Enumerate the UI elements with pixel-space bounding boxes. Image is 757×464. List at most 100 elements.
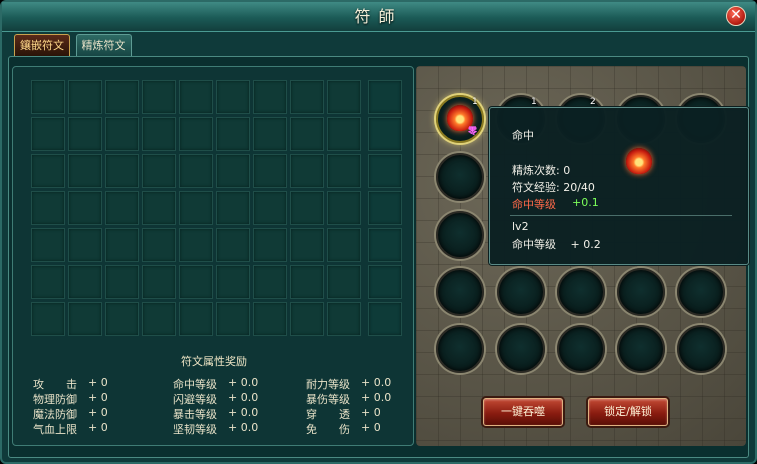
rune-inventory-cell[interactable] <box>327 191 361 225</box>
rune-inventory-cell[interactable] <box>179 80 213 114</box>
rune-inventory-cell[interactable] <box>216 302 250 336</box>
stat-row: 物理防御 + 0 <box>33 391 108 407</box>
rune-inventory-cell[interactable] <box>68 302 102 336</box>
stat-row: 气血上限 + 0 <box>33 421 108 437</box>
rune-inventory-cell[interactable] <box>216 80 250 114</box>
rune-inventory-cell[interactable] <box>368 191 402 225</box>
rune-inventory-cell[interactable] <box>142 191 176 225</box>
rune-slot[interactable] <box>497 268 545 316</box>
lock-unlock-button[interactable]: 锁定/解锁 <box>588 398 668 426</box>
rune-slot[interactable] <box>497 325 545 373</box>
rune-inventory-cell[interactable] <box>327 302 361 336</box>
rune-slot[interactable] <box>557 268 605 316</box>
stat-value: + 0.0 <box>228 391 259 404</box>
devour-all-button[interactable]: 一键吞噬 <box>483 398 563 426</box>
rune-inventory-cell[interactable] <box>142 80 176 114</box>
rune-slot[interactable] <box>617 268 665 316</box>
rune-inventory-cell[interactable] <box>290 228 324 262</box>
rune-inventory-cell[interactable] <box>142 228 176 262</box>
rune-inventory-cell[interactable] <box>31 228 65 262</box>
rune-inventory-cell[interactable] <box>179 191 213 225</box>
rune-inventory-cell[interactable] <box>327 154 361 188</box>
rune-slot[interactable] <box>436 153 484 201</box>
rune-inventory-cell[interactable] <box>253 191 287 225</box>
rune-inventory-cell[interactable] <box>253 80 287 114</box>
rune-inventory-cell[interactable] <box>142 154 176 188</box>
stat-value: + 0 <box>88 376 108 389</box>
tab-refine-rune[interactable]: 精炼符文 <box>75 34 132 56</box>
rune-inventory-cell[interactable] <box>327 228 361 262</box>
rune-inventory-cell[interactable] <box>105 117 139 151</box>
rune-inventory-cell[interactable] <box>142 265 176 299</box>
rune-inventory-cell[interactable] <box>179 265 213 299</box>
rune-inventory-cell[interactable] <box>68 191 102 225</box>
rune-inventory-cell[interactable] <box>179 228 213 262</box>
rune-inventory-cell[interactable] <box>253 117 287 151</box>
rune-inventory-cell[interactable] <box>31 191 65 225</box>
rune-inventory-cell[interactable] <box>290 302 324 336</box>
stat-value: + 0 <box>361 406 381 419</box>
rune-slot[interactable] <box>677 268 725 316</box>
window-title: 符師 <box>354 7 403 26</box>
rune-inventory-cell[interactable] <box>105 191 139 225</box>
rune-inventory-cell[interactable] <box>31 265 65 299</box>
rune-inventory-cell[interactable] <box>327 80 361 114</box>
rune-inventory-cell[interactable] <box>68 80 102 114</box>
stat-row: 魔法防御 + 0 <box>33 406 108 422</box>
rune-inventory-cell[interactable] <box>216 265 250 299</box>
rune-inventory-cell[interactable] <box>142 302 176 336</box>
close-icon[interactable]: ✕ <box>726 6 746 26</box>
rune-inventory-cell[interactable] <box>105 302 139 336</box>
rune-inventory-cell[interactable] <box>368 154 402 188</box>
rune-slot[interactable] <box>557 325 605 373</box>
rune-inventory-cell[interactable] <box>253 228 287 262</box>
rune-inventory-cell[interactable] <box>368 80 402 114</box>
rune-inventory-cell[interactable] <box>105 228 139 262</box>
rune-inventory-cell[interactable] <box>327 265 361 299</box>
rune-inventory-cell[interactable] <box>253 265 287 299</box>
rune-inventory-cell[interactable] <box>368 302 402 336</box>
rune-slot[interactable] <box>677 325 725 373</box>
rune-inventory-cell[interactable] <box>31 117 65 151</box>
rune-inventory-cell[interactable] <box>327 117 361 151</box>
rune-slot[interactable] <box>436 211 484 259</box>
rune-slot[interactable] <box>436 325 484 373</box>
stat-value: + 0.0 <box>228 406 259 419</box>
rune-inventory-cell[interactable] <box>368 265 402 299</box>
rune-mark: 零 <box>468 127 478 137</box>
rune-inventory-cell[interactable] <box>68 265 102 299</box>
rune-inventory-cell[interactable] <box>216 154 250 188</box>
rune-inventory-cell[interactable] <box>105 154 139 188</box>
rune-inventory-cell[interactable] <box>290 265 324 299</box>
rune-inventory-cell[interactable] <box>253 302 287 336</box>
rune-inventory-cell[interactable] <box>368 117 402 151</box>
rune-inventory-cell[interactable] <box>253 154 287 188</box>
rune-inventory-cell[interactable] <box>216 191 250 225</box>
rune-inventory-cell[interactable] <box>31 302 65 336</box>
rune-inventory-cell[interactable] <box>216 117 250 151</box>
rune-inventory-cell[interactable] <box>290 80 324 114</box>
rune-inventory-cell[interactable] <box>368 228 402 262</box>
rune-inventory-cell[interactable] <box>216 228 250 262</box>
rune-inventory-cell[interactable] <box>105 265 139 299</box>
rune-inventory-cell[interactable] <box>179 302 213 336</box>
tab-inlay-rune[interactable]: 鑲嵌符文 <box>14 34 70 56</box>
rune-inventory-cell[interactable] <box>290 117 324 151</box>
stat-label: 物理防御 <box>33 393 77 406</box>
rune-inventory-cell[interactable] <box>290 191 324 225</box>
stat-row: 暴击等级 + 0.0 <box>173 406 258 422</box>
hit-rune-icon <box>626 148 652 174</box>
rune-inventory-cell[interactable] <box>179 117 213 151</box>
rune-inventory-cell[interactable] <box>68 228 102 262</box>
rune-slot[interactable] <box>436 268 484 316</box>
rune-inventory-cell[interactable] <box>105 80 139 114</box>
rune-inventory-cell[interactable] <box>68 117 102 151</box>
rune-inventory-cell[interactable] <box>68 154 102 188</box>
rune-inventory-cell[interactable] <box>142 117 176 151</box>
rune-inventory-cell[interactable] <box>31 80 65 114</box>
rune-slot[interactable] <box>617 325 665 373</box>
rune-inventory-cell[interactable] <box>290 154 324 188</box>
title-bar[interactable]: 符師 ✕ <box>2 2 755 32</box>
rune-inventory-cell[interactable] <box>179 154 213 188</box>
rune-inventory-cell[interactable] <box>31 154 65 188</box>
